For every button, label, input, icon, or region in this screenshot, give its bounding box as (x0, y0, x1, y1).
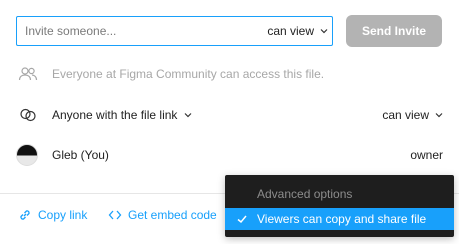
link-icon (18, 105, 38, 125)
avatar (16, 144, 38, 166)
copy-link-label: Copy link (38, 208, 88, 222)
invite-input[interactable] (17, 17, 257, 45)
embed-code-button[interactable]: Get embed code (108, 206, 217, 224)
code-icon (108, 210, 122, 220)
chevron-down-icon (184, 113, 192, 118)
chevron-down-icon (435, 113, 443, 118)
community-access-row: Everyone at Figma Community can access t… (0, 62, 459, 86)
menu-item-label: Viewers can copy and share file (257, 212, 427, 226)
invite-field[interactable]: can view (16, 16, 333, 46)
user-row: Gleb (You) owner (0, 143, 459, 167)
link-permission-label: can view (382, 108, 429, 122)
copy-link-button[interactable]: Copy link (18, 206, 87, 224)
chevron-down-icon (320, 29, 328, 34)
link-access-row: Anyone with the file link can view (0, 103, 459, 127)
checkmark-icon (237, 215, 247, 224)
invite-permission-select[interactable]: can view (267, 17, 328, 45)
user-name: Gleb (You) (52, 148, 109, 162)
invite-permission-label: can view (267, 24, 314, 38)
link-permission-select[interactable]: can view (382, 108, 443, 122)
link-access-select[interactable]: Anyone with the file link (52, 108, 192, 122)
embed-code-label: Get embed code (128, 208, 217, 222)
people-icon (18, 64, 38, 84)
user-role: owner (410, 148, 443, 162)
menu-header: Advanced options (257, 187, 353, 201)
community-access-text: Everyone at Figma Community can access t… (52, 67, 325, 81)
send-invite-button[interactable]: Send Invite (346, 15, 442, 47)
menu-item-viewers-copy-share[interactable]: Viewers can copy and share file (225, 208, 454, 230)
advanced-options-menu: Advanced options Viewers can copy and sh… (225, 175, 454, 237)
link-access-label: Anyone with the file link (52, 108, 178, 122)
chain-link-icon (20, 210, 30, 220)
